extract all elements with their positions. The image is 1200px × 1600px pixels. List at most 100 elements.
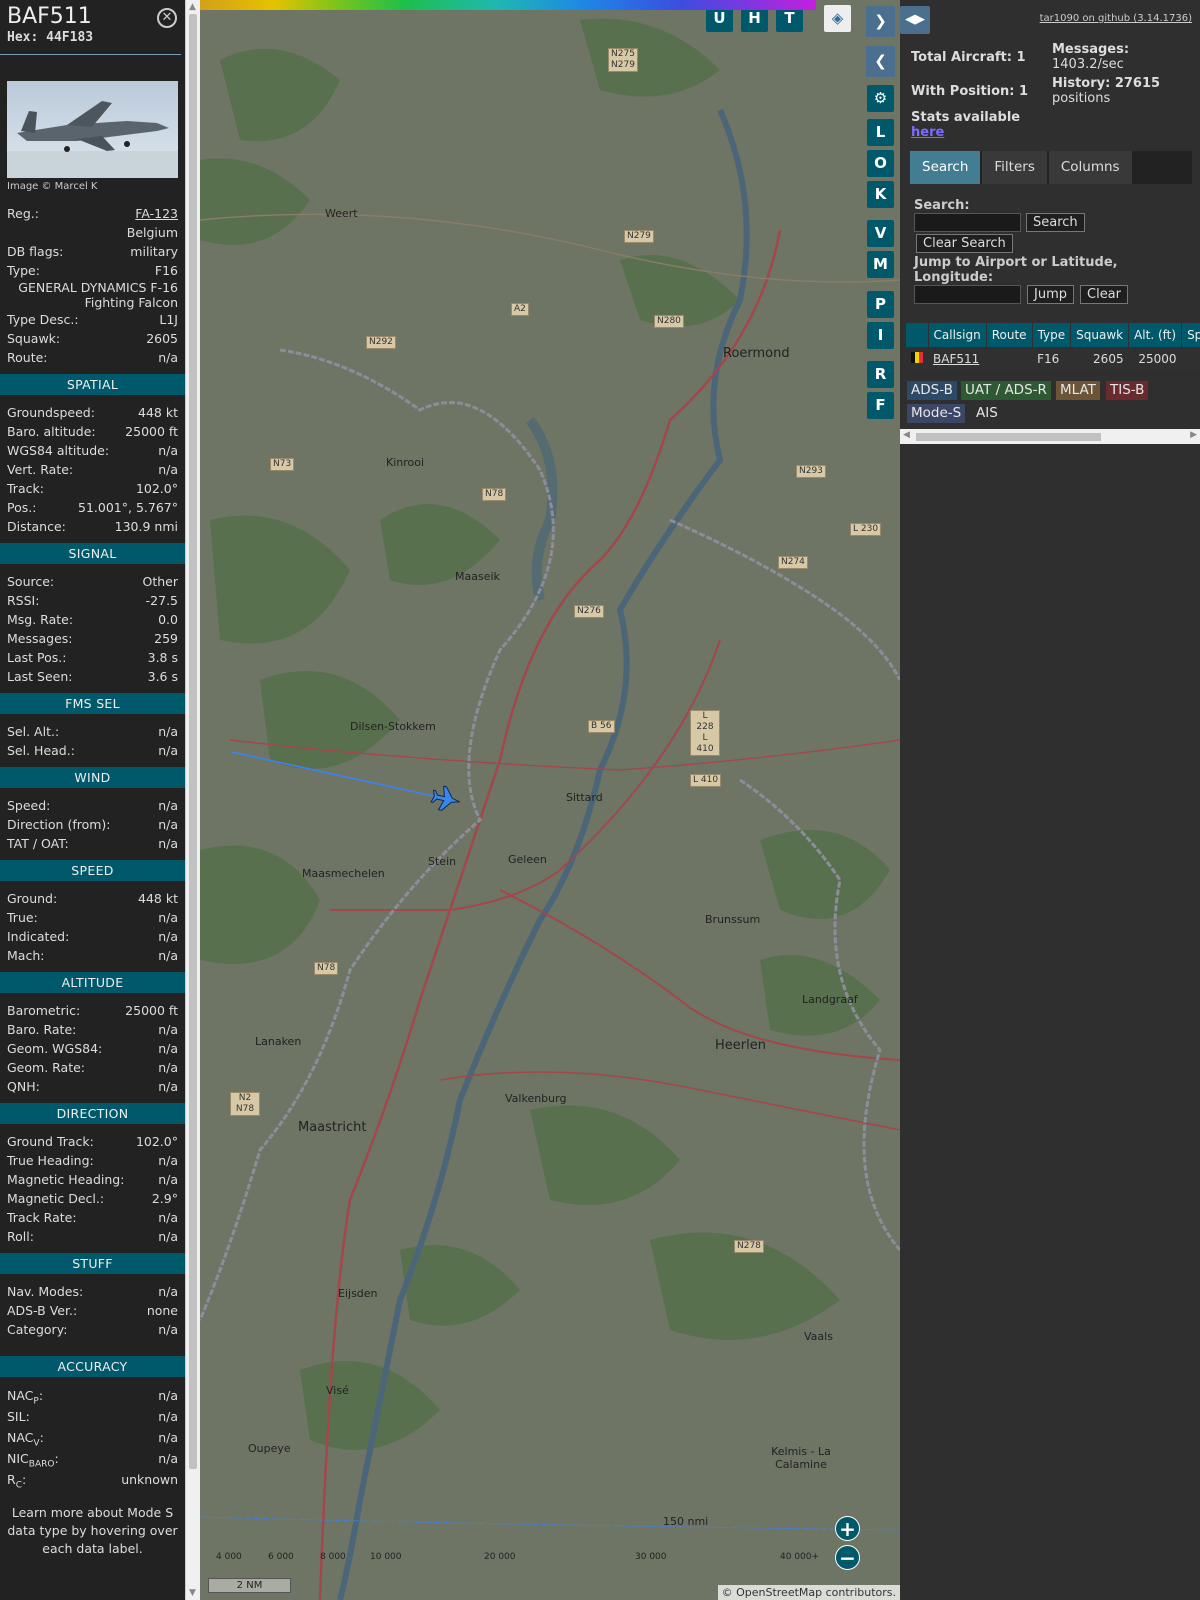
info-label[interactable]: Category: <box>7 1320 67 1339</box>
map-button-v[interactable]: V <box>867 220 894 247</box>
info-label[interactable]: NACP: <box>7 1385 43 1407</box>
table-scrollbar[interactable]: ◀ ▶ <box>900 429 1200 444</box>
info-label[interactable]: RSSI: <box>7 591 39 610</box>
chevron-left-icon[interactable]: ❮ <box>866 46 895 77</box>
table-row[interactable]: BAF511 F16 2605 25000 <box>906 347 1200 371</box>
zoom-in-button[interactable]: + <box>835 1516 860 1541</box>
aircraft-marker-icon[interactable] <box>430 784 462 813</box>
source-filter-ads-b[interactable]: ADS-B <box>907 381 957 400</box>
scroll-left-icon[interactable]: ◀ <box>903 430 910 440</box>
scrollbar-thumb[interactable] <box>189 14 197 1469</box>
info-label[interactable]: Msg. Rate: <box>7 610 73 629</box>
map-button-p[interactable]: P <box>867 291 894 318</box>
info-label[interactable]: Type: <box>7 261 40 280</box>
source-filter-uat-ads-r[interactable]: UAT / ADS-R <box>961 381 1051 400</box>
map-button-r[interactable]: R <box>867 361 894 388</box>
info-label[interactable]: Last Pos.: <box>7 648 66 667</box>
layers-icon[interactable]: ◈ <box>824 5 851 32</box>
chevron-right-icon[interactable]: ❯ <box>866 6 895 37</box>
info-label[interactable]: TAT / OAT: <box>7 834 69 853</box>
info-label[interactable]: Indicated: <box>7 927 69 946</box>
close-icon[interactable]: ✕ <box>157 8 177 28</box>
info-label[interactable]: Geom. Rate: <box>7 1058 85 1077</box>
info-label[interactable]: True Heading: <box>7 1151 94 1170</box>
info-scrollbar[interactable]: ▲ ▼ <box>185 0 200 1600</box>
col-route[interactable]: Route <box>986 323 1033 347</box>
info-label[interactable]: Track Rate: <box>7 1208 77 1227</box>
info-value[interactable]: FA-123 <box>135 204 178 223</box>
col-flag[interactable] <box>906 323 929 347</box>
col-callsign[interactable]: Callsign <box>928 323 987 347</box>
info-label[interactable]: Sel. Alt.: <box>7 722 59 741</box>
info-label[interactable]: NICBARO: <box>7 1448 59 1470</box>
search-input[interactable] <box>914 213 1021 232</box>
map-button-f[interactable]: F <box>867 392 894 419</box>
tab-filters[interactable]: Filters <box>982 151 1047 184</box>
expand-collapse-icon[interactable]: ◀▶ <box>900 6 930 34</box>
scroll-up-icon[interactable]: ▲ <box>189 2 196 12</box>
info-label[interactable]: True: <box>7 908 38 927</box>
info-label[interactable]: Nav. Modes: <box>7 1282 83 1301</box>
clear-search-button[interactable]: Clear Search <box>916 234 1013 253</box>
source-filter-tis-b[interactable]: TIS-B <box>1106 381 1149 400</box>
map-button-l[interactable]: L <box>867 119 894 146</box>
tab-search[interactable]: Search <box>910 151 981 184</box>
info-label[interactable]: ADS-B Ver.: <box>7 1301 77 1320</box>
info-label[interactable]: Vert. Rate: <box>7 460 73 479</box>
map-attribution[interactable]: © OpenStreetMap contributors. <box>717 1585 900 1600</box>
col-squawk[interactable]: Squawk <box>1070 323 1130 347</box>
info-label[interactable]: Geom. WGS84: <box>7 1039 102 1058</box>
info-label[interactable]: Barometric: <box>7 1001 80 1020</box>
info-label[interactable]: SIL: <box>7 1406 30 1427</box>
info-label[interactable]: Roll: <box>7 1227 34 1246</box>
info-label[interactable]: QNH: <box>7 1077 40 1096</box>
info-label[interactable]: Speed: <box>7 796 50 815</box>
scroll-right-icon[interactable]: ▶ <box>1190 430 1197 440</box>
info-label[interactable]: NACV: <box>7 1427 44 1449</box>
jump-input[interactable] <box>914 285 1021 304</box>
search-button[interactable]: Search <box>1026 213 1085 232</box>
scroll-down-icon[interactable]: ▼ <box>189 1588 196 1598</box>
map-button-i[interactable]: I <box>867 322 894 349</box>
info-label[interactable]: Type Desc.: <box>7 310 79 329</box>
info-label[interactable]: DB flags: <box>7 242 63 261</box>
col-speed[interactable]: Spd. <box>1181 323 1200 347</box>
row-callsign[interactable]: BAF511 <box>928 347 987 371</box>
zoom-out-button[interactable]: − <box>835 1545 860 1570</box>
info-label[interactable]: Squawk: <box>7 329 60 348</box>
map-button-m[interactable]: M <box>867 251 894 278</box>
source-filter-mlat[interactable]: MLAT <box>1056 381 1100 400</box>
info-label[interactable]: Ground: <box>7 889 57 908</box>
scrollbar-thumb[interactable] <box>916 433 1101 441</box>
map-view[interactable]: Weert Roermond Kinrooi Maaseik Dilsen-Stokke… <box>200 0 900 1600</box>
info-label[interactable]: Route: <box>7 348 48 367</box>
col-altitude[interactable]: Alt. (ft) <box>1128 323 1183 347</box>
info-label[interactable]: Track: <box>7 479 44 498</box>
map-button-k[interactable]: K <box>867 181 894 208</box>
info-label[interactable]: Direction (from): <box>7 815 111 834</box>
stats-link[interactable]: here <box>911 125 944 140</box>
info-label[interactable]: Magnetic Decl.: <box>7 1189 104 1208</box>
info-label[interactable]: Messages: <box>7 629 73 648</box>
col-type[interactable]: Type <box>1032 323 1072 347</box>
info-label[interactable]: Sel. Head.: <box>7 741 75 760</box>
info-label[interactable]: Groundspeed: <box>7 403 95 422</box>
jump-button[interactable]: Jump <box>1027 285 1074 304</box>
github-link[interactable]: tar1090 on github (3.14.1736) <box>1040 13 1192 24</box>
info-label[interactable]: Baro. altitude: <box>7 422 96 441</box>
tab-columns[interactable]: Columns <box>1048 151 1132 184</box>
aircraft-photo[interactable] <box>7 81 178 178</box>
info-label[interactable]: WGS84 altitude: <box>7 441 109 460</box>
info-label[interactable]: Baro. Rate: <box>7 1020 76 1039</box>
clear-button[interactable]: Clear <box>1080 285 1128 304</box>
info-label[interactable]: RC: <box>7 1469 26 1491</box>
source-filter-ais[interactable]: AIS <box>972 404 1002 423</box>
source-filter-mode-s[interactable]: Mode-S <box>907 404 966 423</box>
info-label[interactable]: Reg.: <box>7 204 39 223</box>
info-label[interactable]: Distance: <box>7 517 66 536</box>
info-label[interactable]: Last Seen: <box>7 667 72 686</box>
info-label[interactable]: Magnetic Heading: <box>7 1170 124 1189</box>
info-label[interactable]: Ground Track: <box>7 1132 94 1151</box>
info-label[interactable]: Source: <box>7 572 54 591</box>
info-label[interactable]: Pos.: <box>7 498 36 517</box>
